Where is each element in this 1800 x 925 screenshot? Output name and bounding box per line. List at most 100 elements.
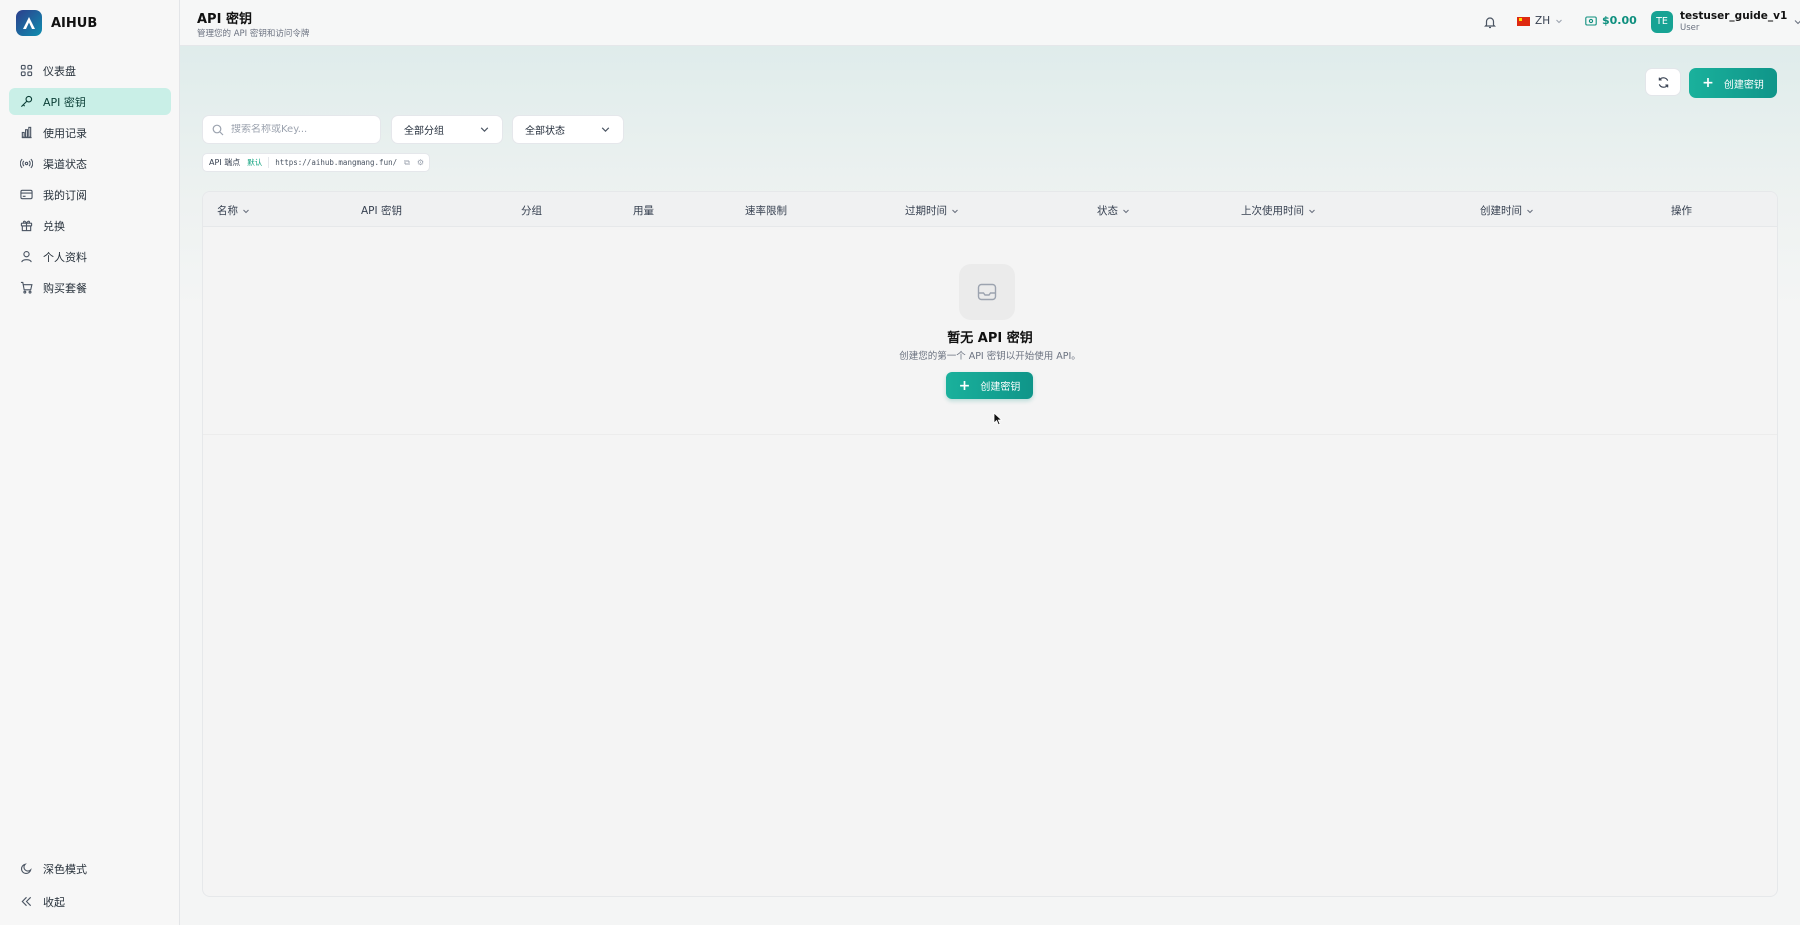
sidebar-item-label: 仪表盘 — [43, 64, 76, 78]
language-code: ZH — [1535, 15, 1551, 27]
sidebar-item-profile[interactable]: 个人资料 — [9, 243, 171, 270]
sidebar-footer: 深色模式 收起 — [9, 855, 171, 921]
sidebar-item-dashboard[interactable]: 仪表盘 — [9, 57, 171, 84]
mouse-cursor-icon — [993, 412, 1003, 426]
logo-icon — [16, 10, 42, 36]
wallet-icon — [1585, 15, 1597, 26]
language-switcher[interactable]: ZH — [1517, 15, 1563, 27]
sidebar-item-label: 购买套餐 — [43, 281, 87, 295]
balance-amount: $0.00 — [1602, 14, 1637, 27]
settings-icon[interactable]: ⚙ — [417, 158, 424, 167]
inbox-icon — [959, 264, 1015, 320]
bell-icon[interactable] — [1483, 15, 1497, 29]
chevron-down-icon — [952, 209, 958, 213]
chevron-down-icon — [1309, 209, 1315, 213]
page-title: API 密钥 — [197, 12, 252, 27]
avatar: TE — [1651, 10, 1673, 33]
divider — [203, 434, 1777, 435]
column-usage: 用量 — [633, 203, 654, 218]
table-header: 名称 API 密钥 分组 用量 速率限制 过期时间 状态 上次使用时间 创建时间… — [203, 192, 1777, 227]
credit-card-icon — [20, 189, 33, 200]
api-keys-table: 名称 API 密钥 分组 用量 速率限制 过期时间 状态 上次使用时间 创建时间… — [202, 191, 1778, 897]
sidebar-item-label: API 密钥 — [43, 95, 86, 109]
double-chevron-left-icon — [21, 896, 32, 907]
empty-state-title: 暂无 API 密钥 — [947, 331, 1033, 346]
column-group: 分组 — [521, 203, 542, 218]
app-window: AIHUB 仪表盘 API 密钥 使用记录 渠道状态 我的订阅 兑换 个人资料 … — [0, 0, 1800, 925]
user-role: User — [1680, 23, 1700, 33]
endpoint-label: API 端点 — [209, 158, 241, 167]
sidebar: AIHUB 仪表盘 API 密钥 使用记录 渠道状态 我的订阅 兑换 个人资料 … — [0, 0, 180, 925]
create-first-key-button[interactable]: + 创建密钥 — [946, 372, 1033, 399]
sidebar-item-label: 兑换 — [43, 219, 65, 233]
search-box[interactable] — [202, 115, 381, 144]
column-label: 分组 — [521, 205, 542, 217]
sidebar-item-redeem[interactable]: 兑换 — [9, 212, 171, 239]
column-name[interactable]: 名称 — [217, 203, 250, 218]
empty-state-description: 创建您的第一个 API 密钥以开始使用 API。 — [899, 351, 1081, 362]
column-label: 速率限制 — [745, 205, 787, 217]
refresh-button[interactable] — [1645, 68, 1681, 96]
sidebar-item-channel-status[interactable]: 渠道状态 — [9, 150, 171, 177]
sidebar-item-buy-plan[interactable]: 购买套餐 — [9, 274, 171, 301]
create-key-button[interactable]: + 创建密钥 — [1689, 68, 1777, 98]
divider — [268, 157, 270, 168]
column-actions: 操作 — [1671, 203, 1692, 218]
cart-icon — [20, 281, 33, 294]
column-label: 状态 — [1097, 205, 1118, 217]
dark-mode-toggle[interactable]: 深色模式 — [9, 855, 171, 882]
page-subtitle: 管理您的 API 密钥和访问令牌 — [197, 29, 310, 39]
chevron-down-icon — [1556, 19, 1562, 24]
sidebar-item-api-keys[interactable]: API 密钥 — [9, 88, 171, 115]
user-menu[interactable]: TE testuser_guide_v1 User — [1651, 10, 1800, 33]
sidebar-item-label: 渠道状态 — [43, 157, 87, 171]
column-last-used[interactable]: 上次使用时间 — [1241, 203, 1316, 218]
sidebar-item-usage[interactable]: 使用记录 — [9, 119, 171, 146]
search-input[interactable] — [231, 124, 371, 135]
collapse-label: 收起 — [43, 895, 65, 909]
main-content: + 创建密钥 全部分组 全部状态 API 端点 默认 https://aihub… — [180, 46, 1800, 925]
group-filter-value: 全部分组 — [404, 126, 444, 137]
status-filter-value: 全部状态 — [525, 126, 565, 137]
brand[interactable]: AIHUB — [16, 10, 97, 36]
china-flag-icon — [1517, 16, 1530, 26]
column-expires[interactable]: 过期时间 — [905, 203, 959, 218]
dark-mode-label: 深色模式 — [43, 862, 87, 876]
api-endpoint-bar: API 端点 默认 https://aihub.mangmang.fun/ ⧉ … — [202, 153, 430, 172]
column-label: 名称 — [217, 205, 238, 217]
column-rate-limit: 速率限制 — [745, 203, 787, 218]
chevron-down-icon — [1527, 209, 1533, 213]
status-filter-select[interactable]: 全部状态 — [512, 115, 624, 144]
dashboard-icon — [20, 64, 33, 77]
key-icon — [20, 95, 33, 108]
column-label: 过期时间 — [905, 205, 947, 217]
create-key-label: 创建密钥 — [980, 382, 1021, 393]
chevron-down-icon — [601, 127, 610, 133]
copy-icon[interactable]: ⧉ — [404, 158, 410, 168]
refresh-icon — [1658, 76, 1668, 88]
column-api-key: API 密钥 — [361, 203, 402, 218]
column-created[interactable]: 创建时间 — [1480, 203, 1534, 218]
column-label: 创建时间 — [1480, 205, 1522, 217]
sidebar-item-subscriptions[interactable]: 我的订阅 — [9, 181, 171, 208]
chevron-down-icon — [243, 209, 249, 213]
gift-icon — [20, 220, 33, 232]
top-header: API 密钥 管理您的 API 密钥和访问令牌 ZH $0.00 TE test… — [180, 0, 1800, 46]
balance-display[interactable]: $0.00 — [1585, 14, 1637, 27]
column-label: 操作 — [1671, 205, 1692, 217]
user-icon — [21, 251, 32, 263]
brand-name: AIHUB — [51, 15, 98, 31]
endpoint-url: https://aihub.mangmang.fun/ — [275, 158, 398, 167]
create-key-label: 创建密钥 — [1723, 79, 1764, 91]
sidebar-item-label: 使用记录 — [43, 126, 87, 140]
plus-icon: + — [958, 377, 971, 394]
collapse-sidebar-button[interactable]: 收起 — [9, 888, 171, 915]
moon-icon — [20, 863, 32, 875]
sidebar-nav: 仪表盘 API 密钥 使用记录 渠道状态 我的订阅 兑换 个人资料 购买套餐 — [9, 57, 171, 305]
chevron-down-icon — [1794, 19, 1800, 24]
column-label: 用量 — [633, 205, 654, 217]
column-status[interactable]: 状态 — [1097, 203, 1130, 218]
sidebar-item-label: 我的订阅 — [43, 188, 87, 202]
group-filter-select[interactable]: 全部分组 — [391, 115, 503, 144]
search-icon — [212, 124, 224, 135]
